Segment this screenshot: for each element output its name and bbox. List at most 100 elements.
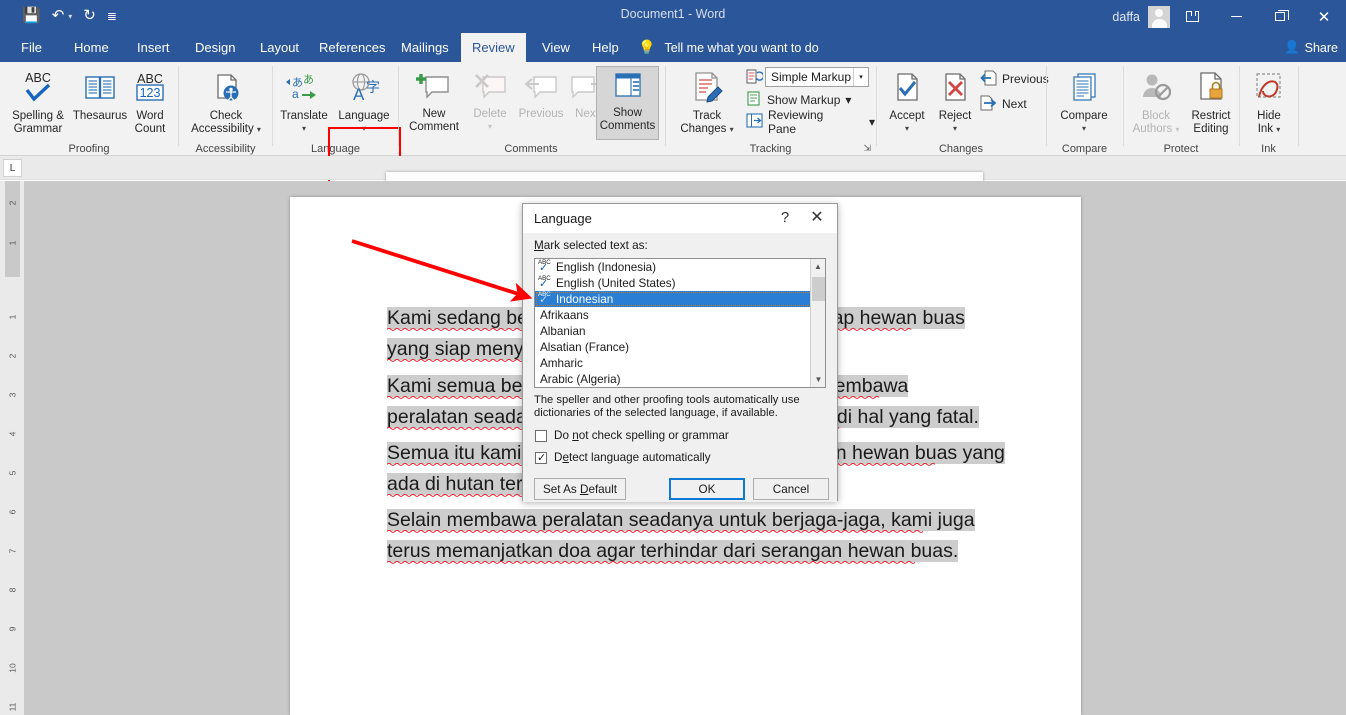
do-not-check-spelling-checkbox-row[interactable]: Do not check spelling or grammar xyxy=(535,429,729,442)
scroll-down-icon[interactable]: ▼ xyxy=(811,372,826,387)
show-markup-dropdown-icon[interactable]: ▾ xyxy=(845,93,851,107)
account-name[interactable]: daffa xyxy=(1112,10,1140,24)
accept-icon xyxy=(889,70,925,108)
tab-references[interactable]: References xyxy=(308,33,396,62)
word-count-button[interactable]: ABC 123 Word Count xyxy=(128,66,172,136)
tell-me-box[interactable]: 💡 Tell me what you want to do xyxy=(638,33,819,62)
ok-label: OK xyxy=(699,483,716,496)
tab-file[interactable]: File xyxy=(10,33,53,62)
language-dialog[interactable]: Language ? ✕ Mark selected text as: ABC✓… xyxy=(522,203,838,501)
show-comments-button[interactable]: Show Comments xyxy=(596,66,659,140)
share-label: Share xyxy=(1305,41,1338,55)
list-item[interactable]: ABC✓ English (United States) xyxy=(535,275,825,291)
delete-dropdown-icon: ▾ xyxy=(488,122,492,131)
compare-dropdown-icon[interactable]: ▾ xyxy=(1082,124,1086,133)
tab-mailings[interactable]: Mailings xyxy=(390,33,460,62)
tab-home[interactable]: Home xyxy=(63,33,120,62)
tab-layout[interactable]: Layout xyxy=(249,33,310,62)
accept-button[interactable]: Accept ▾ xyxy=(883,66,931,133)
language-dropdown-icon[interactable]: ▾ xyxy=(362,124,366,133)
list-item[interactable]: ABC✓ English (Indonesia) xyxy=(535,259,825,275)
next-change-button[interactable]: Next xyxy=(980,94,1027,114)
hide-ink-dropdown-icon[interactable]: ▾ xyxy=(1276,125,1280,134)
chevron-down-icon[interactable]: ▾ xyxy=(257,125,261,134)
tab-insert[interactable]: Insert xyxy=(126,33,181,62)
horizontal-ruler[interactable]: | · 2 · | · 1 · | · · | · 1 · | · 2 · | … xyxy=(0,156,1346,180)
tab-help[interactable]: Help xyxy=(581,33,630,62)
svg-text:a: a xyxy=(292,87,299,101)
list-item[interactable]: Afrikaans xyxy=(535,307,825,323)
word-window: 💾 ↶ ▾ ↻ ≣ Document1 - Word daffa ✕ File … xyxy=(0,0,1346,715)
do-not-check-spelling-checkbox[interactable] xyxy=(535,430,547,442)
hide-ink-button[interactable]: Hide Ink ▾ xyxy=(1244,66,1294,136)
thesaurus-book-icon xyxy=(80,70,120,108)
language-listbox[interactable]: ABC✓ English (Indonesia) ABC✓ English (U… xyxy=(534,258,826,388)
new-comment-button[interactable]: New Comment xyxy=(403,66,465,134)
language-name: Indonesian xyxy=(556,293,613,306)
language-name: Alsatian (France) xyxy=(540,341,629,354)
ok-button[interactable]: OK xyxy=(669,478,745,500)
ribbon-display-options-icon[interactable] xyxy=(1170,0,1214,33)
language-icon: A 字 xyxy=(344,70,384,108)
track-changes-button[interactable]: Track Changes ▾ xyxy=(676,66,738,136)
spelling-grammar-label-2: Grammar xyxy=(14,123,63,136)
ribbon-group-accessibility: Check Accessibility ▾ Accessibility xyxy=(179,62,272,156)
previous-change-button[interactable]: Previous xyxy=(980,69,1049,89)
reject-dropdown-icon[interactable]: ▾ xyxy=(953,124,957,133)
compare-label: Compare xyxy=(1060,110,1107,123)
listbox-scrollbar[interactable]: ▲ ▼ xyxy=(810,259,825,387)
detect-language-checkbox-row[interactable]: Detect language automatically xyxy=(535,451,711,464)
share-button[interactable]: 👤 Share xyxy=(1284,33,1338,62)
detect-language-checkbox[interactable] xyxy=(535,452,547,464)
vruler-num-m2: 2 xyxy=(8,196,18,211)
reject-button[interactable]: Reject ▾ xyxy=(931,66,979,133)
minimize-icon[interactable] xyxy=(1214,0,1258,33)
language-name: English (Indonesia) xyxy=(556,261,656,274)
list-item[interactable]: Arabic (Algeria) xyxy=(535,371,825,387)
show-markup-button[interactable]: Show Markup ▾ xyxy=(746,90,851,110)
description-line-2: dictionaries of the selected language, i… xyxy=(534,407,824,420)
accept-dropdown-icon[interactable]: ▾ xyxy=(905,124,909,133)
spelling-grammar-button[interactable]: ABC Spelling & Grammar xyxy=(4,66,72,136)
compare-button[interactable]: Compare ▾ xyxy=(1051,66,1117,133)
ribbon-group-changes: Accept ▾ Reject ▾ xyxy=(877,62,1045,156)
set-as-default-button[interactable]: Set As Default xyxy=(534,478,626,500)
tab-view[interactable]: View xyxy=(531,33,581,62)
tab-design[interactable]: Design xyxy=(184,33,246,62)
translate-button[interactable]: あ あ a Translate ▾ xyxy=(275,66,333,133)
reviewing-pane-dropdown-icon[interactable]: ▾ xyxy=(869,115,875,129)
dialog-description: The speller and other proofing tools aut… xyxy=(534,394,824,420)
tracking-dialog-launcher-icon[interactable]: ⇲ xyxy=(863,143,871,154)
reviewing-pane-button[interactable]: Reviewing Pane ▾ xyxy=(746,112,875,132)
tab-review[interactable]: Review xyxy=(461,33,526,62)
close-icon[interactable]: ✕ xyxy=(1302,0,1346,33)
track-changes-dropdown-icon[interactable]: ▾ xyxy=(730,125,734,134)
group-label-changes: Changes xyxy=(877,143,1045,155)
restrict-editing-icon xyxy=(1191,70,1231,108)
list-item[interactable]: Alsatian (France) xyxy=(535,339,825,355)
restrict-editing-button[interactable]: Restrict Editing xyxy=(1186,66,1236,136)
list-item[interactable]: Amharic xyxy=(535,355,825,371)
cancel-button[interactable]: Cancel xyxy=(753,478,829,500)
hide-ink-icon xyxy=(1249,70,1289,108)
check-accessibility-button[interactable]: Check Accessibility ▾ xyxy=(185,66,267,136)
language-button[interactable]: A 字 Language ▾ xyxy=(333,66,395,133)
chevron-down-icon[interactable]: ▾ xyxy=(853,68,868,86)
markup-view-dropdown[interactable]: Simple Markup ▾ xyxy=(765,67,869,87)
scroll-up-icon[interactable]: ▲ xyxy=(811,259,825,274)
svg-text:ABC: ABC xyxy=(25,71,51,85)
vertical-ruler[interactable]: 2 1 1 2 3 4 5 6 7 8 9 10 11 xyxy=(0,181,24,715)
avatar[interactable] xyxy=(1148,6,1170,28)
dialog-close-icon[interactable]: ✕ xyxy=(803,208,831,228)
help-icon[interactable]: ? xyxy=(775,209,795,226)
list-item[interactable]: Albanian xyxy=(535,323,825,339)
svg-text:A: A xyxy=(353,85,365,104)
list-item-selected[interactable]: ABC✓ Indonesian xyxy=(535,291,825,307)
scrollbar-thumb[interactable] xyxy=(812,277,825,301)
translate-dropdown-icon[interactable]: ▾ xyxy=(302,124,306,133)
spelling-check-icon: ABC xyxy=(18,70,58,108)
thesaurus-button[interactable]: Thesaurus xyxy=(72,66,128,123)
title-bar: 💾 ↶ ▾ ↻ ≣ Document1 - Word daffa ✕ xyxy=(0,0,1346,33)
tab-stop-selector[interactable]: L xyxy=(3,159,22,177)
restore-icon[interactable] xyxy=(1258,0,1302,33)
